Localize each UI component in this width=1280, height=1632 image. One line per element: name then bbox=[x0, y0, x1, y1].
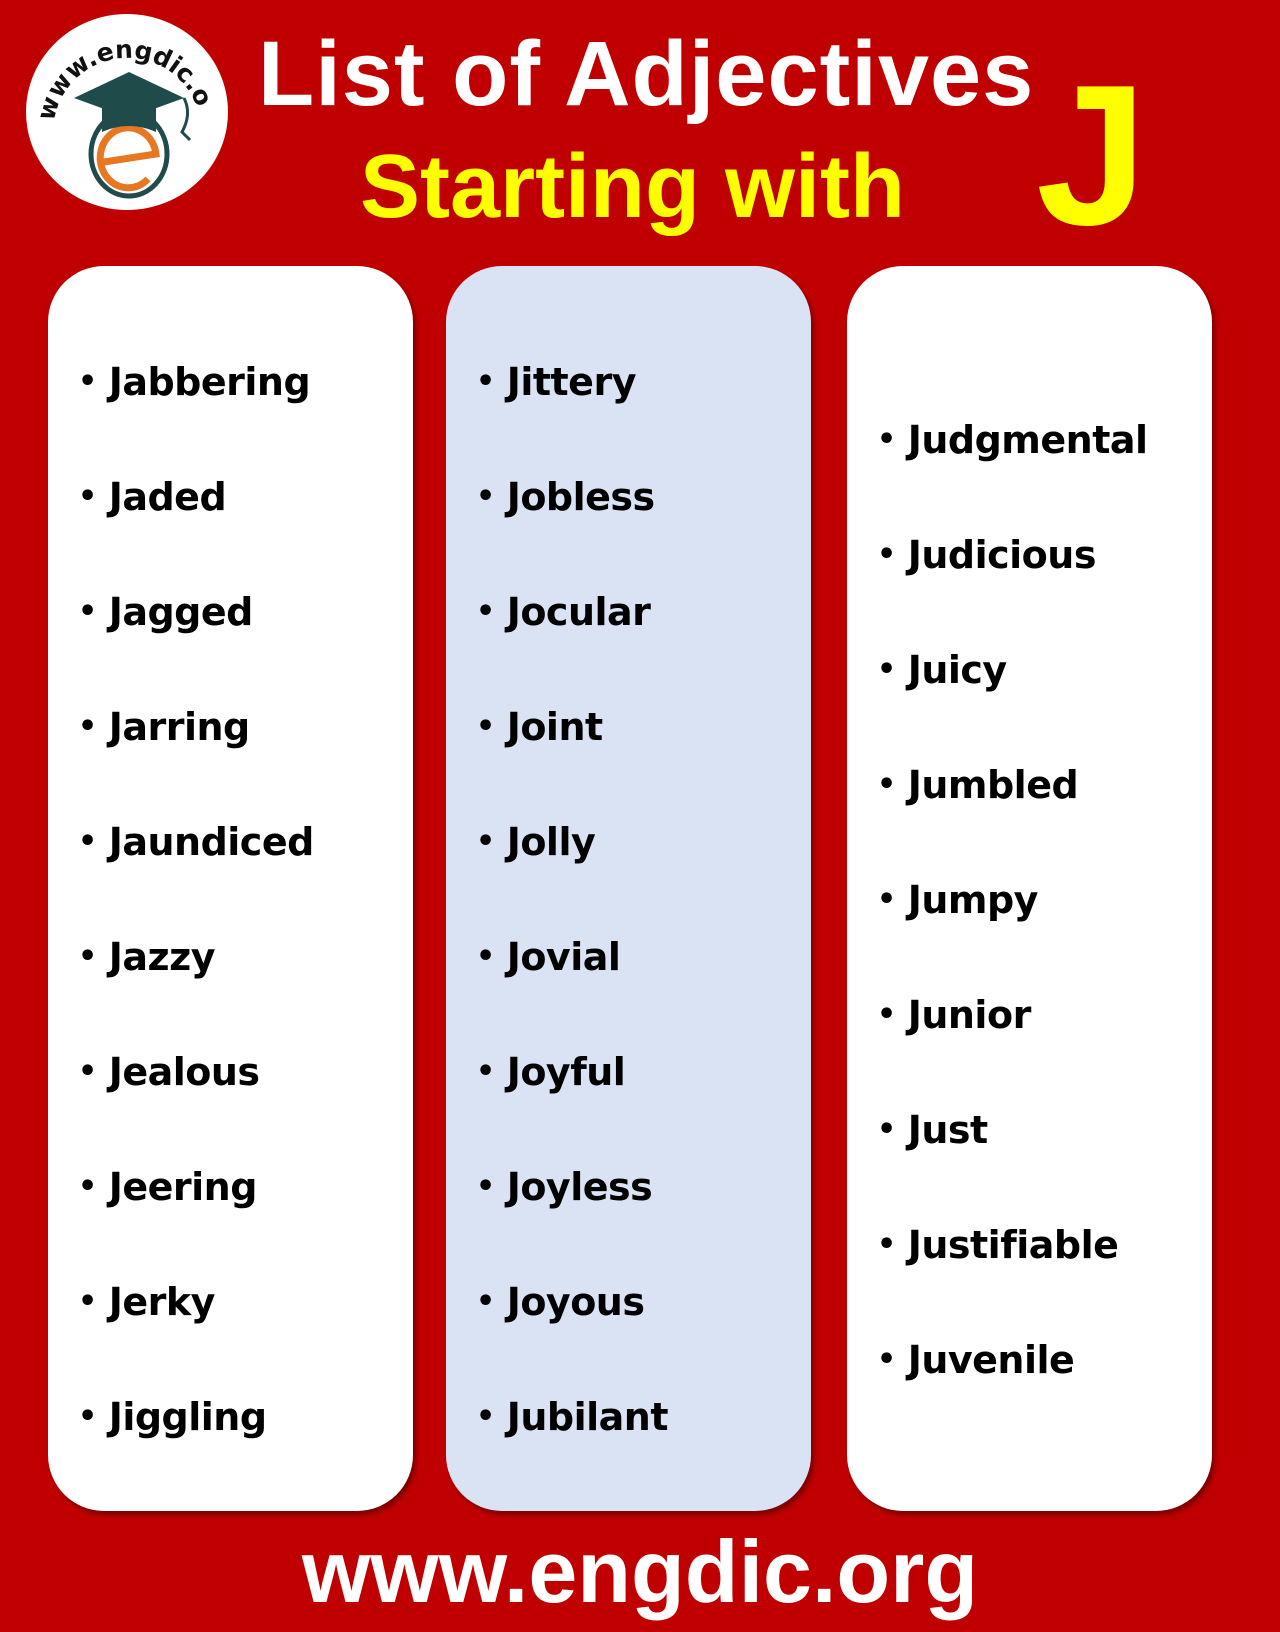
adjective-column-2: • Jittery • Jobless • Jocular • Joint • Jolly • Jov… bbox=[446, 266, 811, 1511]
adjective-label: Jocular bbox=[506, 590, 651, 634]
adjective-label: Joyful bbox=[506, 1050, 626, 1094]
bullet-icon: • bbox=[877, 1342, 896, 1377]
bullet-icon: • bbox=[877, 997, 896, 1032]
list-item: • Jaded bbox=[78, 475, 227, 519]
bullet-icon: • bbox=[877, 767, 896, 802]
bullet-icon: • bbox=[78, 939, 97, 974]
adjective-column-1: • Jabbering • Jaded • Jagged • Jarring • Jaundice… bbox=[48, 266, 413, 1511]
bullet-icon: • bbox=[476, 1284, 495, 1319]
bullet-icon: • bbox=[476, 709, 495, 744]
list-item: • Jeering bbox=[78, 1165, 257, 1209]
adjective-label: Jaded bbox=[108, 475, 227, 519]
list-item: • Jealous bbox=[78, 1050, 260, 1094]
list-item: • Junior bbox=[877, 993, 1031, 1037]
adjective-label: Justifiable bbox=[907, 1223, 1119, 1267]
list-item: • Joyous bbox=[476, 1280, 645, 1324]
bullet-icon: • bbox=[78, 709, 97, 744]
adjective-label: Jobless bbox=[506, 475, 655, 519]
list-item: • Judgmental bbox=[877, 418, 1148, 462]
adjective-label: Jolly bbox=[506, 820, 596, 864]
bullet-icon: • bbox=[78, 479, 97, 514]
adjective-label: Jarring bbox=[108, 705, 251, 749]
bullet-icon: • bbox=[877, 537, 896, 572]
adjective-label: Jubilant bbox=[506, 1395, 669, 1439]
adjective-label: Joyless bbox=[506, 1165, 653, 1209]
list-item: • Jazzy bbox=[78, 935, 215, 979]
adjective-label: Jumbled bbox=[907, 763, 1079, 807]
bullet-icon: • bbox=[877, 652, 896, 687]
adjective-label: Judgmental bbox=[907, 418, 1148, 462]
list-item: • Jarring bbox=[78, 705, 250, 749]
graduation-cap-logo-icon: www.engdic.org bbox=[26, 14, 219, 199]
bullet-icon: • bbox=[78, 594, 97, 629]
adjective-label: Jagged bbox=[108, 590, 254, 634]
adjective-column-3: • Judgmental • Judicious • Juicy • Jumbled • Jump… bbox=[847, 266, 1212, 1511]
logo: www.engdic.org bbox=[26, 14, 228, 210]
adjective-label: Jovial bbox=[506, 935, 621, 979]
adjective-label: Jazzy bbox=[108, 935, 216, 979]
bullet-icon: • bbox=[78, 364, 97, 399]
bullet-icon: • bbox=[78, 1399, 97, 1434]
list-item: • Jocular bbox=[476, 590, 651, 634]
list-item: • Jumbled bbox=[877, 763, 1079, 807]
list-item: • Joint bbox=[476, 705, 603, 749]
bullet-icon: • bbox=[78, 1054, 97, 1089]
bullet-icon: • bbox=[476, 1169, 495, 1204]
adjective-label: Jabbering bbox=[108, 360, 311, 404]
adjective-label: Jittery bbox=[506, 360, 637, 404]
bullet-icon: • bbox=[877, 1227, 896, 1262]
adjective-label: Just bbox=[907, 1108, 988, 1152]
list-item: • Judicious bbox=[877, 533, 1096, 577]
list-item: • Joyful bbox=[476, 1050, 626, 1094]
adjective-label: Joint bbox=[506, 705, 604, 749]
adjective-label: Juvenile bbox=[907, 1338, 1075, 1382]
list-item: • Jagged bbox=[78, 590, 253, 634]
bullet-icon: • bbox=[476, 1399, 495, 1434]
adjective-label: Jaundiced bbox=[108, 820, 315, 864]
bullet-icon: • bbox=[476, 1054, 495, 1089]
bullet-icon: • bbox=[476, 594, 495, 629]
bullet-icon: • bbox=[78, 1284, 97, 1319]
adjective-label: Jeering bbox=[108, 1165, 258, 1209]
bullet-icon: • bbox=[78, 1169, 97, 1204]
bullet-icon: • bbox=[476, 364, 495, 399]
adjective-label: Judicious bbox=[907, 533, 1097, 577]
bullet-icon: • bbox=[877, 422, 896, 457]
list-item: • Jiggling bbox=[78, 1395, 267, 1439]
bullet-icon: • bbox=[476, 479, 495, 514]
title-letter: J bbox=[1036, 44, 1148, 267]
list-item: • Jittery bbox=[476, 360, 636, 404]
list-item: • Jumpy bbox=[877, 878, 1038, 922]
title-line-1: List of Adjectives bbox=[258, 23, 1035, 125]
list-item: • Jaundiced bbox=[78, 820, 314, 864]
bullet-icon: • bbox=[877, 882, 896, 917]
bullet-icon: • bbox=[476, 939, 495, 974]
adjective-label: Jealous bbox=[108, 1050, 260, 1094]
list-item: • Jovial bbox=[476, 935, 621, 979]
adjective-label: Joyous bbox=[506, 1280, 645, 1324]
list-item: • Jolly bbox=[476, 820, 596, 864]
bullet-icon: • bbox=[877, 1112, 896, 1147]
bullet-icon: • bbox=[476, 824, 495, 859]
adjective-label: Jumpy bbox=[907, 878, 1039, 922]
title-line-2: Starting with bbox=[360, 137, 905, 237]
list-item: • Juvenile bbox=[877, 1338, 1075, 1382]
list-item: • Juicy bbox=[877, 648, 1007, 692]
list-item: • Jobless bbox=[476, 475, 655, 519]
list-item: • Jerky bbox=[78, 1280, 215, 1324]
bullet-icon: • bbox=[78, 824, 97, 859]
footer-url: www.engdic.org bbox=[301, 1522, 979, 1621]
list-item: • Just bbox=[877, 1108, 988, 1152]
list-item: • Jubilant bbox=[476, 1395, 669, 1439]
adjective-label: Jiggling bbox=[108, 1395, 267, 1439]
list-item: • Jabbering bbox=[78, 360, 311, 404]
adjective-label: Juicy bbox=[907, 648, 1008, 692]
list-item: • Justifiable bbox=[877, 1223, 1119, 1267]
adjective-label: Jerky bbox=[108, 1280, 216, 1324]
list-item: • Joyless bbox=[476, 1165, 653, 1209]
adjective-label: Junior bbox=[907, 993, 1032, 1037]
